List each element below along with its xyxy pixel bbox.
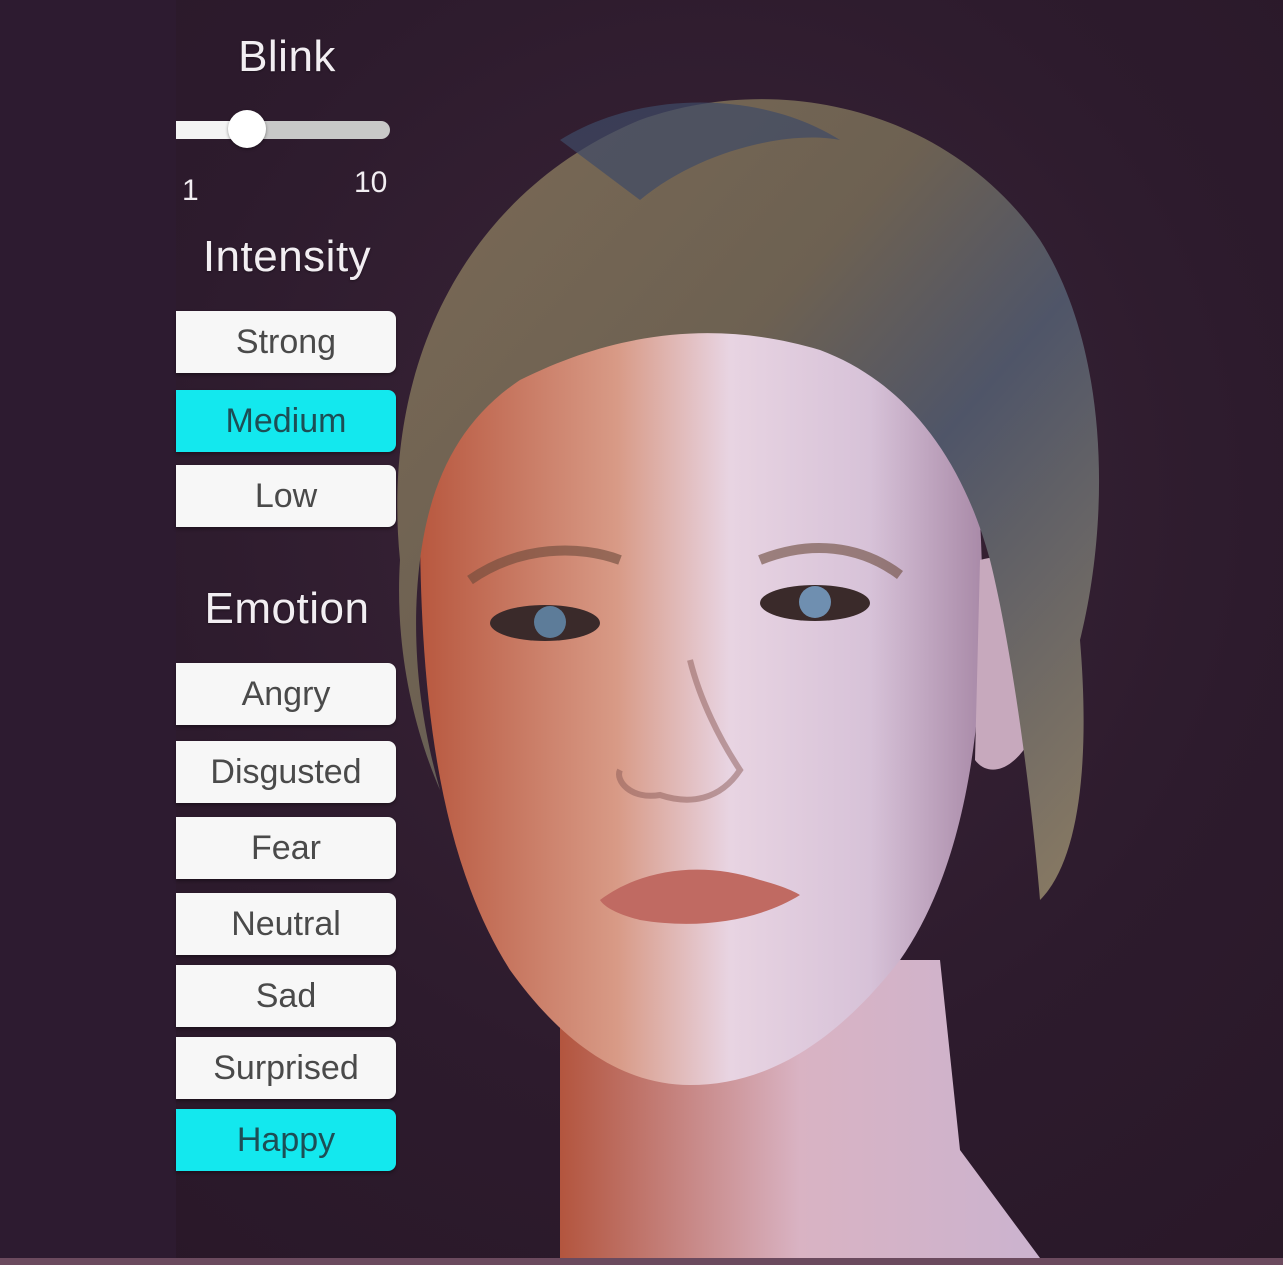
blink-heading: Blink (238, 32, 336, 81)
blink-slider[interactable] (176, 108, 392, 152)
emotion-surprised-button[interactable]: Surprised (176, 1037, 396, 1099)
intensity-low-button[interactable]: Low (176, 465, 396, 527)
emotion-neutral-button[interactable]: Neutral (176, 893, 396, 955)
intensity-medium-button[interactable]: Medium (176, 390, 396, 452)
emotion-fear-button[interactable]: Fear (176, 817, 396, 879)
control-panel: Blink 1 10 Intensity Strong Medium Low E… (176, 0, 398, 1258)
emotion-heading: Emotion (204, 584, 370, 633)
emotion-disgusted-button[interactable]: Disgusted (176, 741, 396, 803)
blink-slider-thumb[interactable] (228, 110, 266, 148)
intensity-heading: Intensity (202, 232, 372, 281)
intensity-strong-button[interactable]: Strong (176, 311, 396, 373)
blink-slider-max-label: 10 (354, 166, 388, 199)
emotion-happy-button[interactable]: Happy (176, 1109, 396, 1171)
emotion-sad-button[interactable]: Sad (176, 965, 396, 1027)
bottom-border (0, 1258, 1283, 1265)
blink-slider-min-label: 1 (182, 174, 199, 207)
emotion-angry-button[interactable]: Angry (176, 663, 396, 725)
